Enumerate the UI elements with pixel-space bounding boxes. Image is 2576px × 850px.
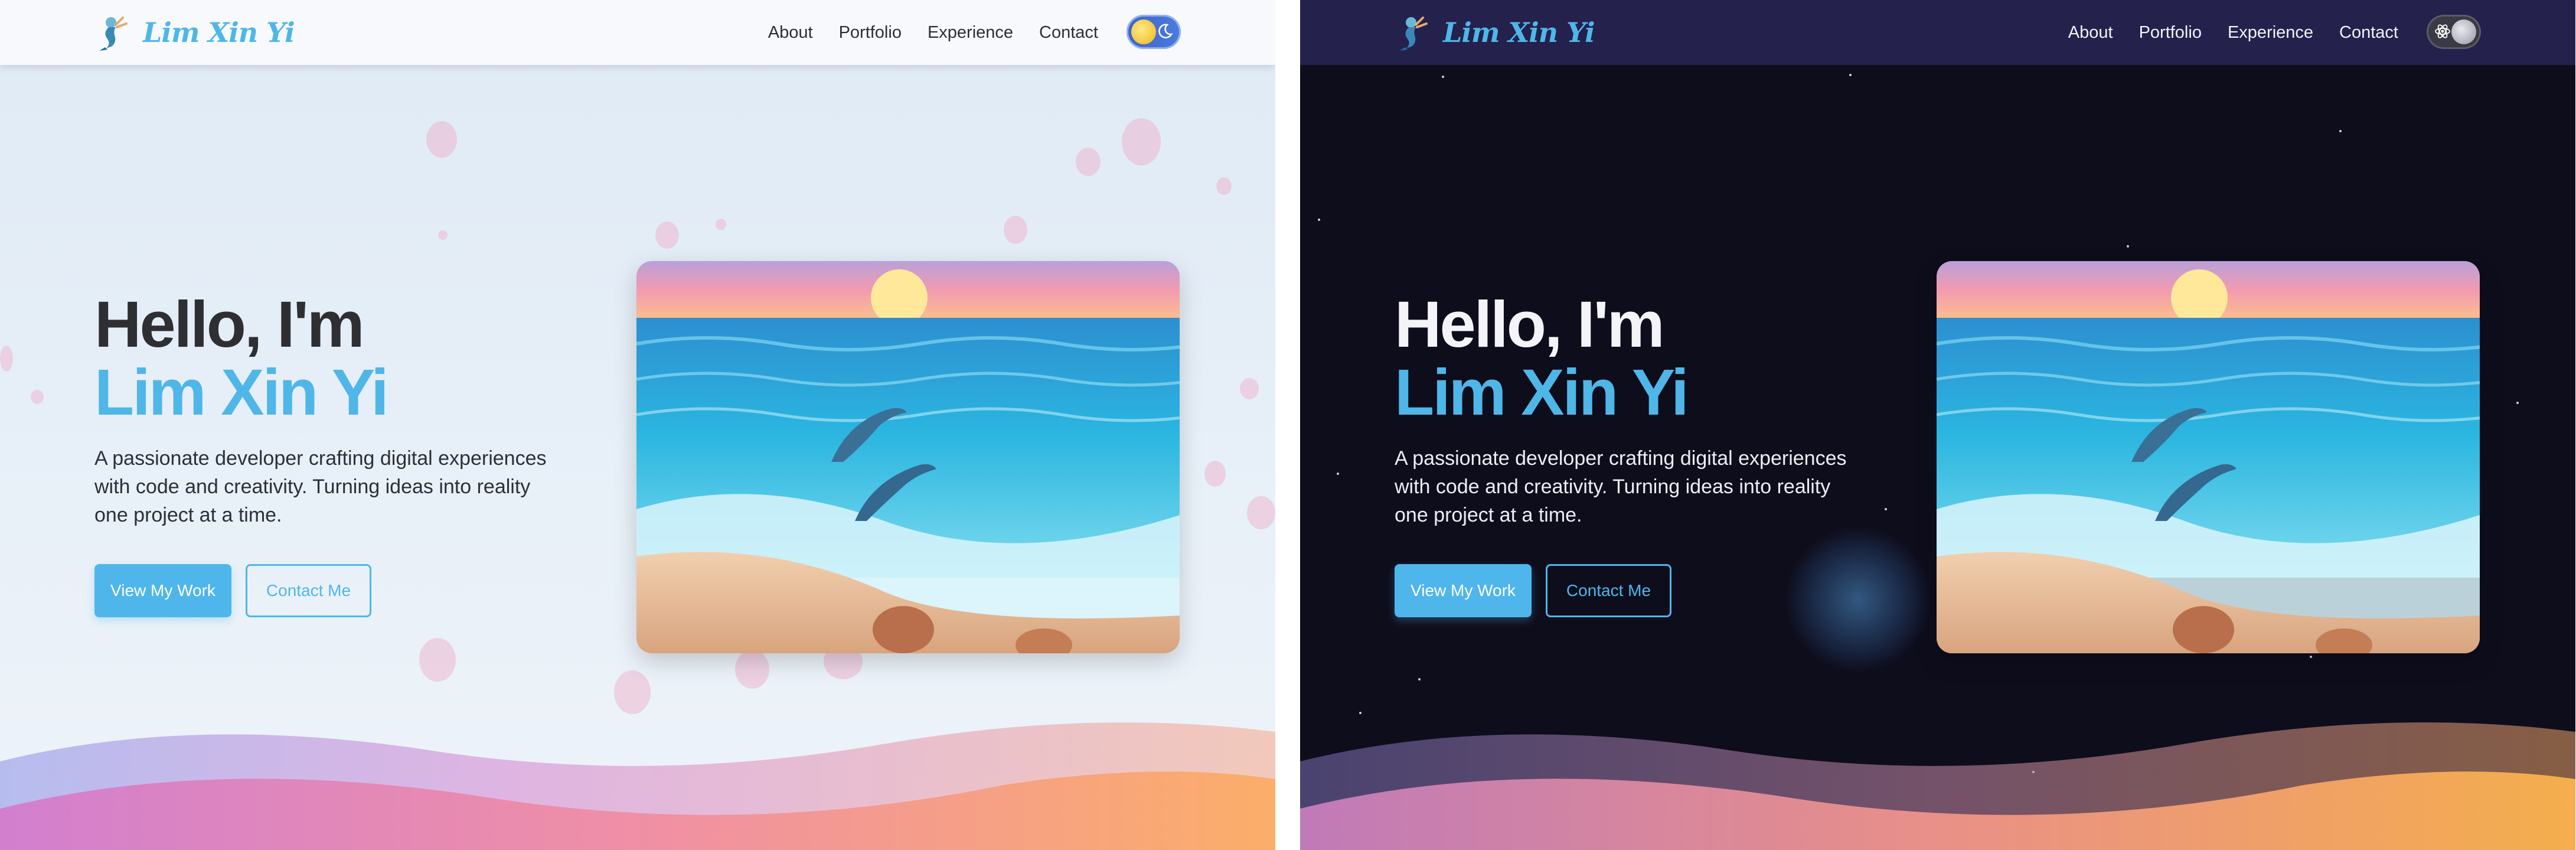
divider: [1275, 0, 1300, 850]
light-mode-screen: Lim Xin Yi About Portfolio Experience Co…: [0, 0, 1275, 850]
hero-image: [636, 261, 1180, 653]
theme-toggle[interactable]: [1127, 15, 1181, 49]
dolphins-ocean-illustration: [1937, 261, 2480, 653]
decorative-bubble: [31, 390, 44, 404]
hero-description: A passionate developer crafting digital …: [1395, 447, 1847, 526]
sun-icon: [1131, 19, 1156, 44]
decorative-bubble: [419, 638, 456, 682]
hero-name: Lim Xin Yi: [94, 356, 389, 429]
decorative-star: [1849, 74, 1852, 76]
nav-link-portfolio[interactable]: Portfolio: [2139, 23, 2202, 43]
hero-greeting: Hello, I'm: [94, 288, 365, 361]
decorative-bubble: [1247, 496, 1275, 529]
mermaid-logo-icon: [1399, 17, 1428, 51]
decorative-bubble: [1216, 177, 1232, 195]
nav-link-contact[interactable]: Contact: [1039, 23, 1098, 43]
theme-toggle[interactable]: [2427, 15, 2481, 49]
hero-greeting: Hello, I'm: [1395, 288, 1665, 361]
brand-link[interactable]: Lim Xin Yi: [1395, 13, 1595, 52]
decorative-bubble: [426, 121, 457, 158]
nav-link-experience[interactable]: Experience: [928, 23, 1013, 43]
dolphins-ocean-illustration: [636, 261, 1180, 653]
view-my-work-button[interactable]: View My Work: [1395, 564, 1532, 617]
decorative-star: [2310, 656, 2312, 658]
contact-me-button[interactable]: Contact Me: [246, 564, 371, 617]
mermaid-logo-icon: [99, 17, 128, 51]
decorative-bubble: [1076, 148, 1101, 176]
nav-link-about[interactable]: About: [2068, 23, 2113, 43]
decorative-bubble: [716, 219, 726, 230]
moon-icon: [2451, 19, 2476, 44]
atom-icon: [2435, 24, 2450, 38]
brand-name: Lim Xin Yi: [1443, 17, 1595, 48]
decorative-bubble: [1240, 378, 1259, 399]
decorative-waves: [1300, 722, 2575, 850]
decorative-star: [2339, 130, 2342, 132]
dark-mode-screen: Lim Xin Yi About Portfolio Experience Co…: [1300, 0, 2575, 850]
decorative-star: [1337, 473, 1339, 475]
contact-me-button[interactable]: Contact Me: [1546, 564, 1671, 617]
decorative-bubble: [614, 670, 651, 714]
hero-name: Lim Xin Yi: [1395, 356, 1689, 429]
view-my-work-button[interactable]: View My Work: [94, 564, 231, 617]
decorative-star: [1318, 219, 1320, 221]
hero-title: Hello, I'm Lim Xin Yi: [1395, 288, 1689, 429]
decorative-star: [1885, 508, 1887, 510]
decorative-star: [1442, 76, 1444, 78]
decorative-bubble: [0, 346, 13, 372]
decorative-star: [1418, 678, 1421, 680]
decorative-bubble: [1004, 216, 1027, 244]
nav-link-portfolio[interactable]: Portfolio: [839, 23, 902, 43]
decorative-star: [2127, 245, 2129, 247]
hero-description: A passionate developer crafting digital …: [94, 447, 547, 526]
nav-link-contact[interactable]: Contact: [2339, 23, 2398, 43]
brand-name: Lim Xin Yi: [143, 17, 295, 48]
decorative-bubble: [1122, 118, 1161, 165]
hero-image: [1937, 261, 2480, 653]
hero-title: Hello, I'm Lim Xin Yi: [94, 288, 389, 429]
navbar: Lim Xin Yi About Portfolio Experience Co…: [0, 0, 1275, 65]
decorative-waves: [0, 722, 1275, 850]
navbar: Lim Xin Yi About Portfolio Experience Co…: [1300, 0, 2575, 65]
decorative-glow: [1784, 526, 1932, 673]
decorative-bubble: [1204, 461, 1226, 487]
decorative-bubble: [735, 650, 769, 689]
nav-links: About Portfolio Experience Contact: [768, 0, 1098, 65]
decorative-star: [2516, 402, 2519, 404]
moon-icon: [1158, 24, 1173, 38]
brand-link[interactable]: Lim Xin Yi: [94, 13, 295, 52]
decorative-bubble: [438, 230, 448, 240]
nav-links: About Portfolio Experience Contact: [2068, 0, 2398, 65]
nav-link-about[interactable]: About: [768, 23, 813, 43]
nav-link-experience[interactable]: Experience: [2228, 23, 2313, 43]
decorative-bubble: [655, 222, 679, 249]
